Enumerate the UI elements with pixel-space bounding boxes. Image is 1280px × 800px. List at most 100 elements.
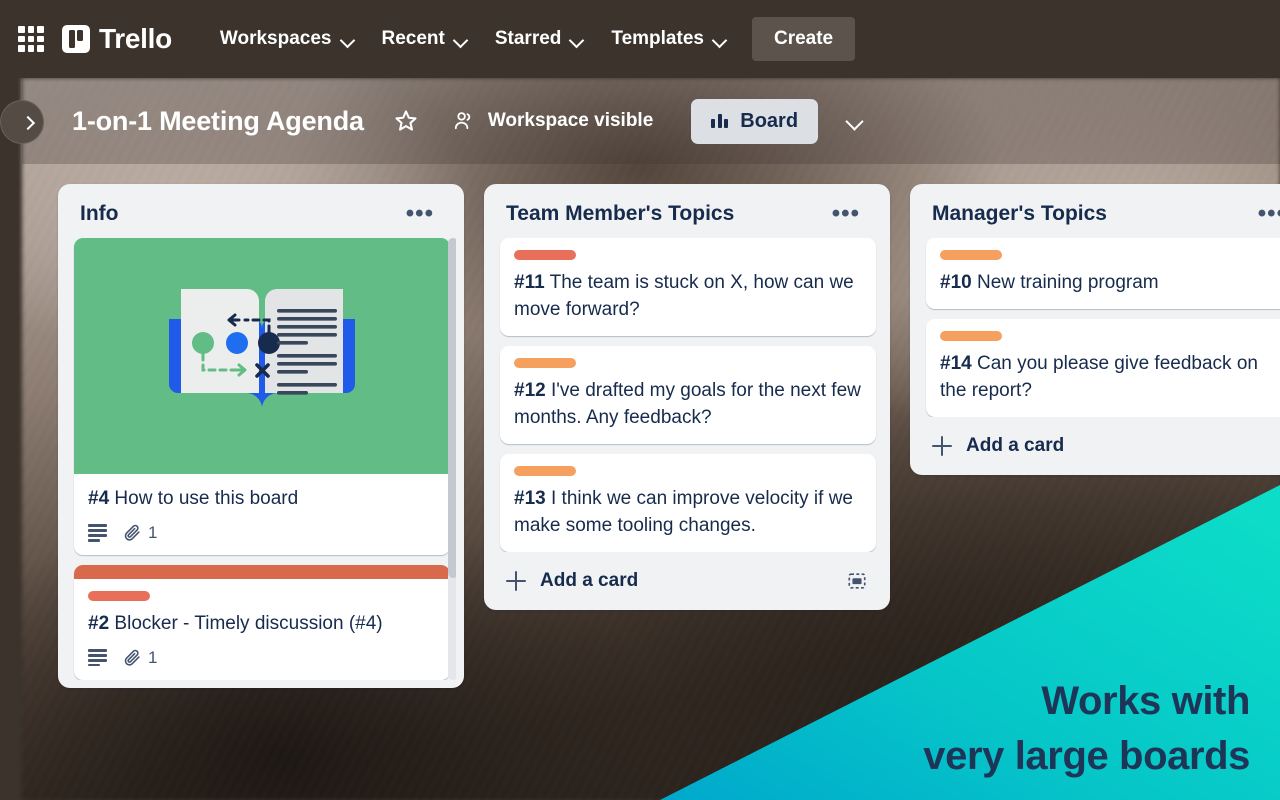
card-label[interactable] — [514, 357, 576, 368]
brand-name: Trello — [99, 23, 172, 54]
attachment-count: 1 — [148, 647, 158, 667]
card-template-icon[interactable] — [846, 571, 868, 591]
list-team-member-topics: Team Member's Topics ••• #11 The team is… — [484, 184, 890, 610]
description-icon — [88, 524, 107, 542]
card-cover-image — [74, 238, 450, 474]
board-visibility-button[interactable]: Workspace visible — [440, 101, 665, 141]
card-10[interactable]: #10 New training program — [926, 238, 1280, 309]
add-card-label: Add a card — [966, 434, 1065, 456]
attachment-badge: 1 — [123, 648, 157, 668]
chevron-down-icon — [713, 33, 726, 46]
nav-item-templates[interactable]: Templates — [597, 19, 740, 59]
chevron-down-icon — [847, 113, 863, 129]
list-title: Manager's Topics — [932, 202, 1107, 225]
scrollbar-thumb[interactable] — [448, 238, 456, 579]
create-button[interactable]: Create — [751, 17, 856, 61]
card-number: #12 — [514, 379, 546, 401]
card-11[interactable]: #11 The team is stuck on X, how can we m… — [500, 238, 876, 336]
card-cover-color — [74, 564, 450, 579]
card-text: How to use this board — [114, 488, 299, 509]
card-title: #10 New training program — [940, 270, 1280, 297]
people-icon — [454, 112, 471, 130]
card-title: #11 The team is stuck on X, how can we m… — [514, 270, 862, 324]
nav-label: Starred — [494, 28, 562, 49]
card-title: #13 I think we can improve velocity if w… — [514, 486, 862, 540]
add-card-label: Add a card — [540, 569, 639, 591]
add-card-left: Add a card — [932, 435, 1064, 457]
add-card-button[interactable]: Add a card — [492, 556, 882, 602]
star-outline-icon — [395, 110, 417, 131]
list-title: Team Member's Topics — [506, 202, 735, 225]
chevron-down-icon — [570, 33, 583, 46]
sidebar-expand-button[interactable] — [0, 100, 44, 144]
description-icon — [88, 649, 107, 667]
promo-line-2: very large boards — [923, 733, 1250, 778]
card-badges: 1 — [88, 523, 436, 543]
board-title[interactable]: 1-on-1 Meeting Agenda — [66, 102, 370, 141]
grid-apps-icon[interactable] — [18, 26, 44, 52]
card-text: I think we can improve velocity if we ma… — [514, 487, 853, 536]
board-header: 1-on-1 Meeting Agenda Workspace visible … — [0, 78, 1280, 164]
view-label: Board — [740, 109, 799, 132]
card-4[interactable]: #4 How to use this board 1 — [74, 238, 450, 555]
attachment-count: 1 — [148, 522, 158, 542]
list-cards: #11 The team is stuck on X, how can we m… — [492, 238, 882, 552]
card-label[interactable] — [940, 330, 1002, 341]
card-label[interactable] — [88, 590, 150, 601]
nav-item-recent[interactable]: Recent — [368, 19, 481, 59]
card-title: #4 How to use this board — [88, 486, 436, 513]
add-card-left: Add a card — [506, 570, 638, 592]
card-number: #14 — [940, 352, 972, 374]
card-number: #10 — [940, 272, 972, 293]
card-14[interactable]: #14 Can you please give feedback on the … — [926, 318, 1280, 417]
list-actions-icon[interactable]: ••• — [1248, 202, 1280, 226]
promo-line-1: Works with — [1041, 678, 1250, 723]
list-scrollbar[interactable] — [448, 238, 456, 680]
card-12[interactable]: #12 I've drafted my goals for the next f… — [500, 345, 876, 444]
list-header: Info ••• — [66, 194, 456, 238]
star-board-button[interactable] — [386, 101, 426, 141]
attachment-badge: 1 — [123, 523, 157, 543]
add-card-button[interactable]: Add a card — [918, 421, 1280, 467]
card-number: #2 — [88, 612, 110, 634]
list-title: Info — [80, 202, 119, 225]
plus-icon — [932, 435, 952, 456]
board-view-dropdown-button[interactable] — [834, 100, 876, 142]
visibility-label: Workspace visible — [487, 110, 654, 131]
top-navigation-bar: Trello Workspaces Recent Starred Templat… — [0, 0, 1280, 78]
list-actions-icon[interactable]: ••• — [396, 202, 444, 226]
card-title: #2 Blocker - Timely discussion (#4) — [88, 611, 436, 638]
board-view-icon — [711, 114, 729, 128]
nav-label: Workspaces — [219, 28, 332, 49]
card-text: New training program — [976, 272, 1159, 293]
card-13[interactable]: #13 I think we can improve velocity if w… — [500, 453, 876, 552]
description-badge — [88, 649, 107, 667]
chevron-down-icon — [341, 33, 354, 46]
card-2[interactable]: #2 Blocker - Timely discussion (#4) 1 — [74, 564, 450, 680]
open-book-illustration — [151, 281, 373, 431]
description-badge — [88, 524, 107, 542]
card-label[interactable] — [514, 250, 576, 260]
list-actions-icon[interactable]: ••• — [822, 202, 870, 226]
list-info: Info ••• #4 How to use this board 1 #2 B… — [58, 184, 464, 688]
nav-label: Templates — [611, 28, 704, 49]
list-manager-topics: Manager's Topics ••• #10 New training pr… — [910, 184, 1280, 475]
card-text: Can you please give feedback on the repo… — [940, 352, 1258, 401]
list-cards: #4 How to use this board 1 #2 Blocker - … — [66, 238, 456, 680]
nav-item-starred[interactable]: Starred — [481, 19, 598, 59]
trello-logo[interactable]: Trello — [62, 23, 172, 55]
card-number: #4 — [88, 488, 110, 509]
card-label[interactable] — [514, 465, 576, 476]
plus-icon — [506, 570, 526, 591]
nav-item-workspaces[interactable]: Workspaces — [206, 19, 368, 59]
card-number: #11 — [514, 272, 545, 293]
list-header: Team Member's Topics ••• — [492, 194, 882, 238]
card-label[interactable] — [940, 250, 1002, 260]
board-view-switcher[interactable]: Board — [691, 98, 819, 144]
list-cards: #10 New training program #14 Can you ple… — [918, 238, 1280, 417]
card-text: The team is stuck on X, how can we move … — [514, 272, 854, 320]
attachment-icon — [124, 650, 140, 667]
list-header: Manager's Topics ••• — [918, 194, 1280, 238]
card-title: #14 Can you please give feedback on the … — [940, 351, 1280, 405]
card-text: Blocker - Timely discussion (#4) — [114, 612, 383, 634]
